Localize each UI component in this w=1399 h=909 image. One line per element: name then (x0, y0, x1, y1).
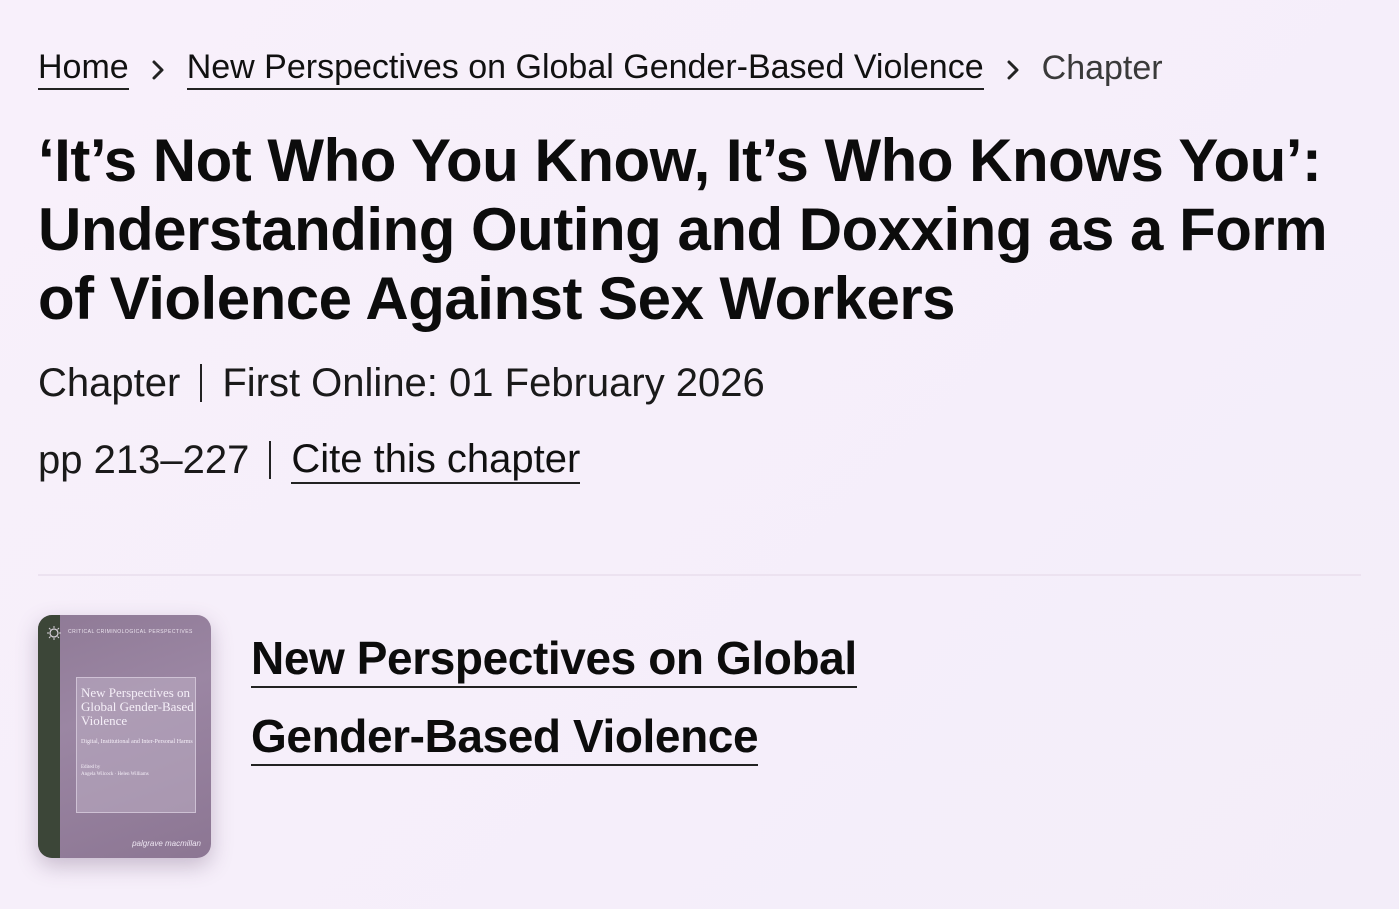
divider (38, 574, 1361, 576)
book-info: CRITICAL CRIMINOLOGICAL PERSPECTIVES New… (38, 615, 871, 858)
breadcrumb-current: Chapter (1041, 49, 1163, 87)
book-title-link[interactable]: New Perspectives on Global Gender-Based … (251, 632, 857, 766)
cover-title: New Perspectives on Global Gender-Based … (81, 685, 194, 728)
book-cover[interactable]: CRITICAL CRIMINOLOGICAL PERSPECTIVES New… (38, 615, 211, 858)
separator (200, 364, 203, 402)
cover-editor-names: Angela Wilcock · Helen Williams (81, 772, 149, 777)
cover-panel: New Perspectives on Global Gender-Based … (76, 677, 196, 813)
cover-subtitle: Digital, Institutional and Inter-Persona… (81, 739, 193, 745)
chevron-right-icon (129, 46, 187, 90)
cover-series: CRITICAL CRIMINOLOGICAL PERSPECTIVES (68, 629, 193, 635)
cover-editors: Edited by Angela Wilcock · Helen William… (81, 764, 149, 778)
chevron-right-icon (984, 46, 1042, 90)
book-title-heading: New Perspectives on Global Gender-Based … (251, 619, 871, 775)
first-online-date: First Online: 01 February 2026 (222, 361, 765, 405)
breadcrumb: Home New Perspectives on Global Gender-B… (38, 46, 1163, 90)
breadcrumb-book-link[interactable]: New Perspectives on Global Gender-Based … (186, 46, 984, 90)
seal-icon (46, 625, 62, 641)
page-range: pp 213–227 (38, 438, 250, 482)
chapter-pages-row: pp 213–227 Cite this chapter (38, 435, 581, 485)
chapter-title: ‘It’s Not Who You Know, It’s Who Knows Y… (38, 127, 1328, 332)
cite-chapter-link[interactable]: Cite this chapter (291, 436, 581, 484)
separator (269, 441, 272, 479)
cover-edited-by: Edited by (81, 765, 101, 770)
content-type: Chapter (38, 361, 181, 405)
chapter-meta: Chapter First Online: 01 February 2026 (38, 358, 765, 408)
breadcrumb-home-link[interactable]: Home (38, 46, 129, 90)
cover-publisher: palgrave macmillan (132, 839, 201, 848)
cover-spine (38, 615, 60, 858)
